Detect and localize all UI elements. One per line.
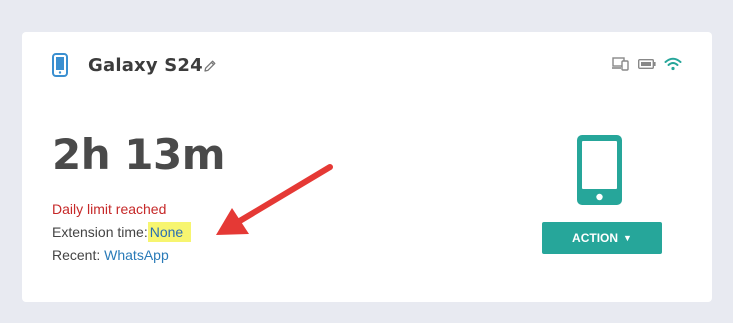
action-button-label: ACTION (572, 231, 619, 245)
recent-row: Recent: WhatsApp (52, 244, 191, 267)
extension-row: Extension time: None (52, 221, 192, 244)
recent-label: Recent: (52, 247, 101, 263)
edit-pencil-icon[interactable] (203, 59, 217, 73)
device-info: Daily limit reached Extension time: None … (52, 198, 192, 267)
time-used: 2h 13m (52, 130, 225, 179)
annotation-arrow (216, 164, 333, 235)
caret-down-icon: ▼ (623, 233, 632, 243)
recent-app-link[interactable]: WhatsApp (104, 247, 169, 263)
device-card: Galaxy S24 2h 13m Daily limit reached Ex… (22, 32, 712, 302)
battery-icon (638, 59, 656, 69)
phone-icon (52, 53, 68, 77)
action-button[interactable]: ACTION ▼ (542, 222, 662, 254)
limit-message: Daily limit reached (52, 201, 167, 217)
extension-value: None (147, 222, 192, 242)
status-icons (612, 57, 682, 71)
devices-icon (612, 57, 629, 71)
wifi-icon (664, 57, 682, 71)
device-name: Galaxy S24 (88, 55, 203, 76)
extension-label: Extension time: (52, 224, 148, 240)
large-phone-icon (577, 135, 622, 205)
